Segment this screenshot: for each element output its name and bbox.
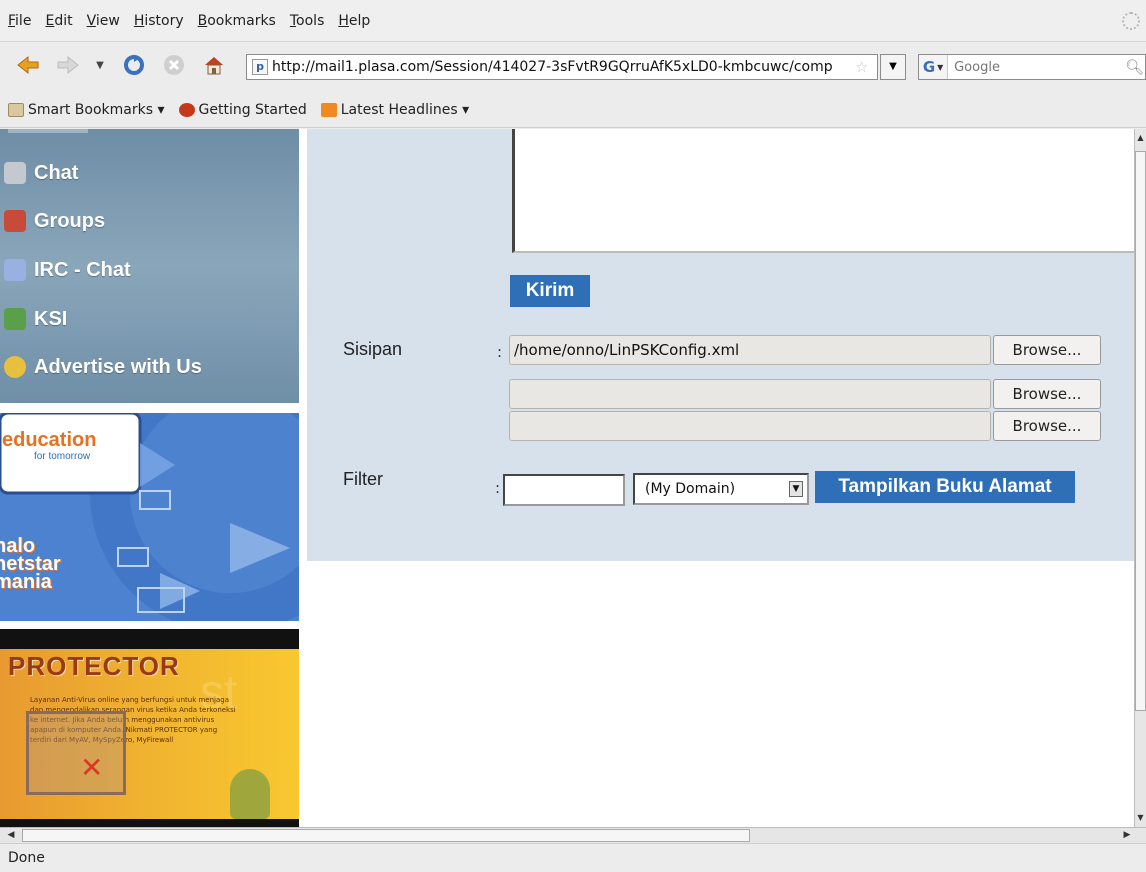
left-sidebar: Chat Groups IRC - Chat KSI Advertise wit… (0, 129, 299, 827)
site-favicon-icon: p (252, 59, 268, 75)
attachment-colon: : (497, 343, 503, 361)
cactus-graphic (230, 769, 270, 819)
browse-button-3[interactable]: Browse... (993, 411, 1101, 441)
bookmark-label: Smart Bookmarks ▾ (28, 101, 165, 118)
menu-history[interactable]: History (134, 13, 184, 29)
search-icon[interactable]: 🔍︎ (1124, 58, 1145, 76)
irc-icon (4, 259, 26, 281)
compose-panel: Kirim Sisipan : /home/onno/LinPSKConfig.… (307, 129, 1134, 561)
reload-icon (124, 55, 144, 75)
attachment-file-field-1[interactable]: /home/onno/LinPSKConfig.xml (509, 335, 991, 365)
sidebar-item-ksi[interactable]: KSI (0, 301, 299, 337)
filter-label: Filter (343, 469, 383, 489)
advertise-icon (4, 356, 26, 378)
education-banner[interactable]: education for tomorrow halo netstar mani… (0, 413, 299, 621)
url-text[interactable]: http://mail1.plasa.com/Session/414027-3s… (272, 59, 855, 75)
scroll-left-icon[interactable]: ◀ (4, 828, 18, 843)
forward-arrow-icon (57, 55, 79, 75)
protector-banner[interactable]: PROTECTOR st Layanan Anti-Virus online y… (0, 629, 299, 827)
navigation-toolbar: ▼ p http://mail1.plasa.com/Session/41402… (0, 42, 1146, 90)
message-body-textarea[interactable] (512, 129, 1134, 253)
stop-button[interactable] (160, 52, 188, 78)
sidebar-item-label: KSI (34, 307, 68, 330)
folder-icon (8, 102, 24, 117)
vertical-scrollbar[interactable]: ▲ ▼ (1134, 129, 1146, 827)
monitor-graphic (26, 711, 126, 795)
firefox-icon (178, 102, 195, 117)
stop-icon (164, 55, 184, 75)
rss-feed-icon (320, 102, 337, 117)
reload-button[interactable] (120, 52, 148, 78)
search-bar: G▼ 🔍︎ (918, 54, 1146, 80)
sidebar-item-chat[interactable]: Chat (0, 155, 299, 191)
cut-off-menu-item (8, 129, 88, 133)
menu-help[interactable]: Help (338, 13, 370, 29)
bookmark-latest-headlines[interactable]: Latest Headlines ▾ (320, 101, 470, 118)
search-input[interactable] (948, 59, 1125, 75)
chat-icon (4, 162, 26, 184)
service-menu: Chat Groups IRC - Chat KSI Advertise wit… (0, 129, 299, 403)
url-bar[interactable]: p http://mail1.plasa.com/Session/414027-… (246, 54, 878, 80)
sidebar-item-label: Advertise with Us (34, 355, 202, 378)
domain-select-value: (My Domain) (645, 481, 736, 497)
search-engine-label: G (922, 58, 936, 76)
domain-select[interactable]: (My Domain) ▼ (633, 473, 809, 505)
education-logo-sub: for tomorrow (34, 451, 91, 462)
throbber-icon (1122, 12, 1140, 30)
send-button[interactable]: Kirim (510, 275, 590, 307)
history-dropdown-button[interactable]: ▼ (92, 52, 108, 78)
filter-input[interactable] (503, 474, 625, 506)
netstar-line: mania (0, 571, 52, 593)
vertical-scroll-thumb[interactable] (1135, 151, 1146, 711)
home-icon (205, 57, 223, 75)
bookmarks-toolbar: Smart Bookmarks ▾ Getting Started Latest… (0, 92, 1146, 128)
menu-edit[interactable]: Edit (45, 13, 72, 29)
show-address-book-button[interactable]: Tampilkan Buku Alamat (815, 471, 1075, 503)
sidebar-item-label: IRC - Chat (34, 258, 131, 281)
bookmark-label: Latest Headlines ▾ (340, 101, 470, 118)
scroll-right-icon[interactable]: ▶ (1120, 828, 1134, 843)
scroll-down-icon[interactable]: ▼ (1135, 811, 1146, 825)
horizontal-scrollbar[interactable]: ◀ ▶ (0, 827, 1146, 843)
sidebar-item-advertise[interactable]: Advertise with Us (0, 349, 299, 385)
status-bar: Done (0, 843, 1146, 871)
home-button[interactable] (200, 52, 228, 78)
menu-bookmarks[interactable]: Bookmarks (198, 13, 276, 29)
attachment-file-field-2[interactable] (509, 379, 991, 409)
ksi-icon (4, 308, 26, 330)
sidebar-item-groups[interactable]: Groups (0, 203, 299, 239)
attachment-label: Sisipan (343, 339, 403, 359)
attachment-file-field-3[interactable] (509, 411, 991, 441)
menu-tools[interactable]: Tools (290, 13, 325, 29)
virus-x-icon: ✕ (80, 751, 104, 784)
menu-file[interactable]: File (8, 13, 31, 29)
chevron-down-icon: ▼ (789, 481, 803, 497)
browse-button-2[interactable]: Browse... (993, 379, 1101, 409)
sidebar-item-label: Groups (34, 209, 106, 232)
groups-icon (4, 210, 26, 232)
education-logo: education (2, 429, 97, 451)
protector-logo: PROTECTOR (8, 651, 180, 681)
bookmark-star-icon[interactable]: ☆ (855, 58, 873, 76)
menu-view[interactable]: View (87, 13, 120, 29)
page-content: Chat Groups IRC - Chat KSI Advertise wit… (0, 129, 1134, 827)
horizontal-scroll-thumb[interactable] (22, 829, 750, 842)
netstar-text: halo netstar mania (0, 536, 61, 593)
forward-button[interactable] (54, 52, 82, 78)
bookmark-smart-bookmarks[interactable]: Smart Bookmarks ▾ (8, 102, 165, 118)
filter-colon: : (495, 479, 501, 497)
url-dropdown-button[interactable]: ▼ (880, 54, 906, 80)
back-button[interactable] (14, 52, 42, 78)
sidebar-item-irc-chat[interactable]: IRC - Chat (0, 252, 299, 288)
scroll-up-icon[interactable]: ▲ (1135, 131, 1146, 145)
back-arrow-icon (17, 55, 39, 75)
search-engine-icon[interactable]: G ▼ (919, 55, 949, 79)
sidebar-item-label: Chat (34, 161, 79, 184)
menu-bar: File Edit View History Bookmarks Tools H… (0, 0, 1146, 42)
bookmark-label: Getting Started (198, 101, 307, 118)
browse-button-1[interactable]: Browse... (993, 335, 1101, 365)
bookmark-getting-started[interactable]: Getting Started (178, 101, 307, 118)
